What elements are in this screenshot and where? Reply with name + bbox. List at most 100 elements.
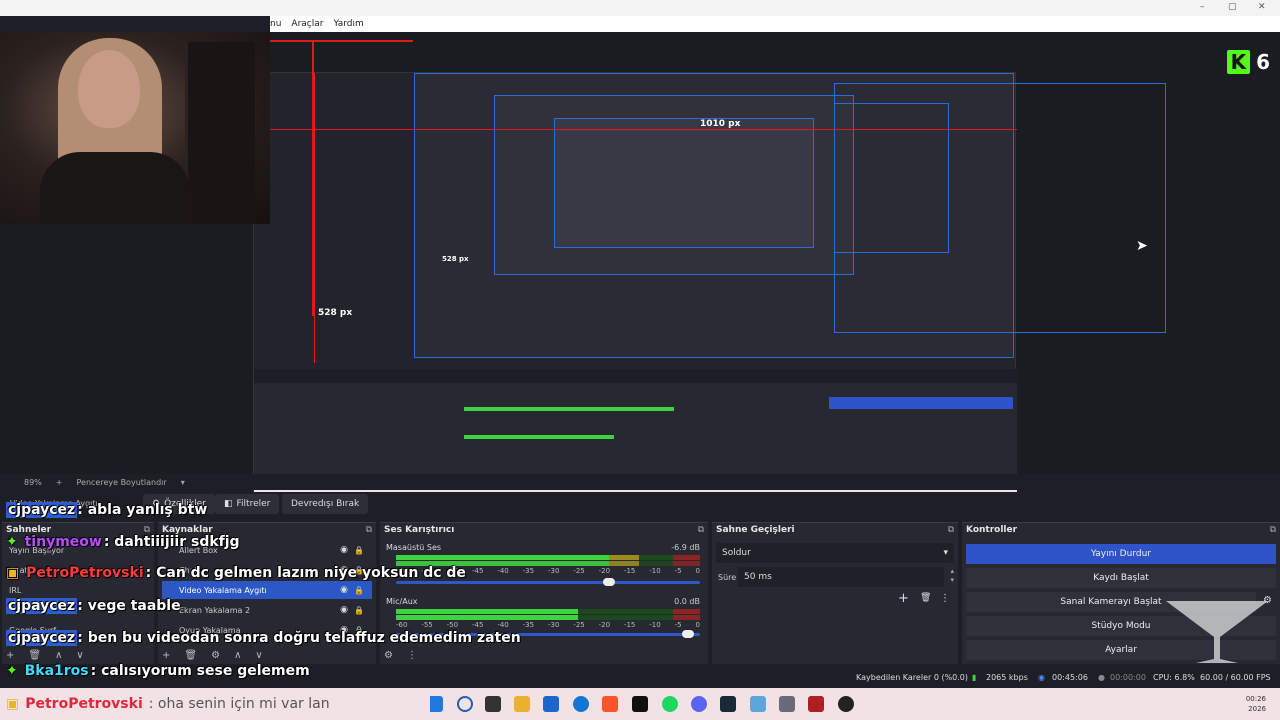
tick-label: -40 [497,567,509,575]
volume-slider[interactable] [396,578,700,586]
up-icon[interactable]: ∧ [55,650,62,661]
channel-name: Masaüstü Ses [386,543,442,552]
deactivate-button[interactable]: Devredışı Bırak [282,494,369,514]
brave-icon[interactable] [602,696,618,712]
height-label: 528 px [318,308,353,318]
lock-icon[interactable]: 🔒 [354,606,364,615]
source-item[interactable]: Ekran Yakalama 2 ◉ 🔒 [162,601,372,619]
trash-icon[interactable]: 🗑 [28,650,41,661]
popout-icon[interactable]: ⧉ [698,525,704,535]
tick-label: -30 [547,621,560,629]
file-explorer-icon[interactable] [514,696,530,712]
steam-icon[interactable] [720,696,736,712]
close-button[interactable]: ✕ [1258,2,1266,12]
guide-line-top [270,40,413,42]
menu-dots-icon[interactable]: ⋮ [407,650,417,661]
add-icon[interactable]: + [162,650,170,661]
menu-item-tools[interactable]: Araçlar [291,19,323,29]
badge-icon: ✦ [6,534,18,550]
tick-label: -30 [547,567,560,575]
eye-icon[interactable]: ◉ [340,585,348,595]
chat-username: tinymeow [24,534,102,550]
chat-username: cjpaycez [6,630,78,646]
store-icon[interactable] [543,696,559,712]
eye-icon[interactable]: ◉ [340,605,348,615]
kick-icon: K [1226,50,1251,74]
nested-preview: 1010 px 528 px [253,72,1166,502]
maximize-button[interactable]: ▢ [1228,2,1237,12]
app-icon[interactable] [808,696,824,712]
add-icon[interactable]: + [6,650,14,661]
tick-label: -60 [396,621,408,629]
title-bar: – ▢ ✕ [0,0,1280,16]
add-icon[interactable]: + [898,591,909,606]
level-meter [396,615,700,620]
tick-label: -45 [471,567,484,575]
transition-select[interactable]: Soldur ▾ [716,543,954,563]
down-icon[interactable]: ∨ [255,650,262,661]
spotify-icon[interactable] [662,696,678,712]
discord-icon[interactable] [691,696,707,712]
level-meter [396,609,700,614]
notion-icon[interactable] [632,696,648,712]
popout-icon[interactable]: ⧉ [366,525,372,535]
chat-message: : abla yanlış btw [77,502,208,518]
chat-message: : dahtiiijiir sdkfjg [103,534,240,550]
obs-icon[interactable] [838,696,854,712]
mixer-footer: ⚙ ⋮ [384,650,417,661]
chevron-down-icon[interactable]: ▾ [181,478,185,487]
lock-icon[interactable]: 🔒 [354,546,364,555]
preview-canvas[interactable]: 1010 px 528 px 528 px K 6 ➤ [0,32,1280,502]
up-icon[interactable]: ∧ [234,650,241,661]
zoom-add-button[interactable]: + [56,478,63,487]
tick-label: -35 [522,567,535,575]
popout-icon[interactable]: ⧉ [948,525,954,535]
eye-icon[interactable]: ◉ [340,545,348,555]
fit-window-dropdown[interactable]: Pencereye Boyutlandır [76,478,166,487]
channel-db: 0.0 dB [674,597,700,606]
status-bar: Kaybedilen Kareler 0 (%0.0) ▮ 2065 kbps … [710,668,1280,688]
chat-username: Bka1ros [24,663,89,679]
settings-icon[interactable] [779,696,795,712]
tick-label: -40 [497,621,509,629]
lock-icon[interactable]: 🔒 [354,586,364,595]
trash-icon[interactable]: 🗑 [184,650,197,661]
edge-icon[interactable] [573,696,589,712]
stop-stream-button[interactable]: Yayını Durdur [966,544,1276,564]
photos-icon[interactable] [750,696,766,712]
source-item-selected[interactable]: Video Yakalama Aygıtı ◉ 🔒 [162,581,372,599]
minimize-button[interactable]: – [1200,2,1205,12]
menu-dots-icon[interactable]: ⋮ [940,593,950,604]
down-icon[interactable]: ∨ [76,650,83,661]
transitions-title: Sahne Geçişleri [716,525,795,535]
duration-input[interactable]: 50 ms [738,567,944,587]
stepper-icon[interactable]: ▴ ▾ [950,567,954,585]
gear-icon[interactable]: ⚙ [384,650,393,661]
start-recording-button[interactable]: Kaydı Başlat [966,568,1276,588]
sources-footer: + 🗑 ⚙ ∧ ∨ [162,650,263,661]
record-time: 00:00:00 [1110,673,1146,682]
task-view-icon[interactable] [485,696,501,712]
popout-icon[interactable]: ⧉ [1270,525,1276,535]
scene-item[interactable]: IRL [6,581,150,599]
chat-line: cjpaycez: ben bu videodan sonra doğru te… [6,630,521,646]
badge-icon: ▣ [6,696,20,712]
tick-label: -15 [623,621,636,629]
menu-item-help[interactable]: Yardım [333,19,363,29]
menu-item-scene[interactable]: nu [270,19,281,29]
martini-glass-overlay [1166,601,1268,663]
filters-button[interactable]: ◧ Filtreler [215,494,280,514]
chat-message: : calısıyorum sese gelemem [90,663,310,679]
zoom-bar: 89% + Pencereye Boyutlandır ▾ [0,474,1280,490]
trash-icon[interactable]: 🗑 [920,593,931,603]
level-meter [396,555,700,560]
chevron-down-icon: ▾ [943,548,948,558]
badge-icon: ✦ [6,663,18,679]
gear-icon[interactable]: ⚙ [211,650,220,661]
chat-message: : Can dc gelmen lazım niye yoksun dc de [145,565,466,581]
menu-bar: nu Araçlar Yardım [270,16,1280,32]
zoom-level[interactable]: 89% [24,478,42,487]
search-icon[interactable] [457,696,473,712]
clock: 00:26 2026 [1245,695,1266,713]
nested-stop-button [829,397,1013,409]
